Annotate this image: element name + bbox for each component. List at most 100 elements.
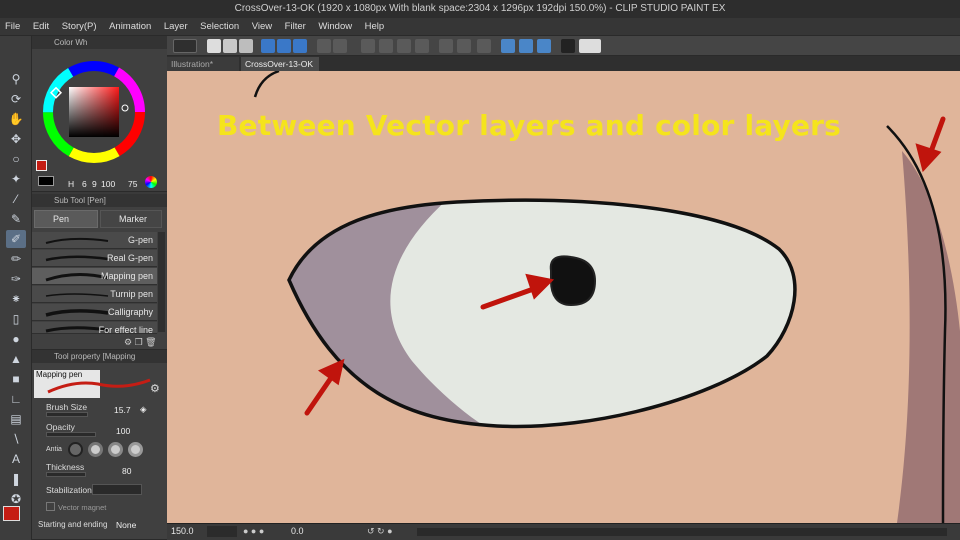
gradient-tool-icon[interactable]: ■ (6, 370, 26, 388)
export-png-icon[interactable] (277, 39, 291, 53)
sub-tool-scrollbar[interactable] (158, 232, 165, 332)
zoom-buttons-icon[interactable]: ● ● ● (243, 526, 264, 536)
rotation-buttons-icon[interactable]: ↺ ↻ ● (367, 526, 393, 537)
menu-file[interactable]: File (0, 18, 25, 36)
zoom-value[interactable]: 150.0 (171, 526, 194, 536)
tool-settings-icon[interactable]: ⚙ (150, 382, 160, 395)
brush-tool-icon[interactable]: ✑ (6, 270, 26, 288)
color-mode-icon[interactable] (145, 176, 157, 188)
menu-window[interactable]: Window (313, 18, 357, 36)
antialias-weak-button[interactable] (88, 442, 103, 457)
zoom-slider[interactable] (207, 526, 237, 537)
rotate-tool-icon[interactable]: ⟳ (6, 90, 26, 108)
eraser-tool-icon[interactable]: ▯ (6, 310, 26, 328)
tab-illustration[interactable]: Illustration* (167, 57, 239, 71)
sub-tool-actions-icon[interactable]: ⚙ ❒ 🗑 (124, 337, 157, 348)
erase-outside-icon[interactable] (415, 39, 429, 53)
learn-icon[interactable] (561, 39, 575, 53)
h-value[interactable]: 6 (82, 179, 87, 189)
horizontal-scrollbar[interactable] (417, 528, 947, 536)
help-icon[interactable] (579, 39, 601, 53)
fill-icon[interactable] (397, 39, 411, 53)
brush-size-slider[interactable] (46, 412, 88, 417)
mapping-pen-tool-icon[interactable]: ✐ (6, 230, 26, 248)
brush-item[interactable]: Calligraphy (32, 304, 157, 321)
panel-sub-color[interactable] (38, 176, 54, 186)
balloon-tool-icon[interactable]: ❚ (6, 470, 26, 488)
hand-tool-icon[interactable]: ✋ (6, 110, 26, 128)
thickness-value[interactable]: 80 (122, 466, 131, 476)
angle-value[interactable]: 0.0 (291, 526, 304, 536)
thickness-slider[interactable] (46, 472, 86, 477)
sub-tool-header: Sub Tool [Pen] (32, 194, 167, 207)
s-value[interactable]: 9 (92, 179, 97, 189)
tab-crossover[interactable]: CrossOver-13-OK × (241, 57, 319, 83)
opacity-value[interactable]: 100 (116, 426, 130, 436)
selection-tool-icon[interactable]: ○ (6, 150, 26, 168)
menu-help[interactable]: Help (360, 18, 390, 36)
brush-size-dynamics-icon[interactable]: ◈ (140, 404, 147, 415)
show-selection-icon[interactable] (477, 39, 491, 53)
canvas-tab-bar: Illustration* CrossOver-13-OK × (167, 56, 960, 83)
menu-filter[interactable]: Filter (280, 18, 311, 36)
pencil-tool-icon[interactable]: ✏ (6, 250, 26, 268)
menu-edit[interactable]: Edit (28, 18, 54, 36)
antialias-strong-button[interactable] (128, 442, 143, 457)
deselect-icon[interactable] (439, 39, 453, 53)
redo-icon[interactable] (333, 39, 347, 53)
sv-marker[interactable] (121, 104, 129, 112)
export-jpg-icon[interactable] (261, 39, 275, 53)
undo-icon[interactable] (317, 39, 331, 53)
frame-tool-icon[interactable]: ▤ (6, 410, 26, 428)
start-end-value[interactable]: None (116, 520, 136, 530)
panel-main-color[interactable] (36, 160, 47, 171)
auto-select-tool-icon[interactable]: ✦ (6, 170, 26, 188)
special-ruler-snap-icon[interactable] (519, 39, 533, 53)
vector-magnet-checkbox[interactable] (46, 502, 55, 511)
brush-item[interactable]: G-pen (32, 232, 157, 249)
canvas[interactable]: Between Vector layers and color layers (167, 71, 960, 523)
brush-size-value[interactable]: 15.7 (114, 405, 131, 415)
grid-snap-icon[interactable] (537, 39, 551, 53)
start-end-label: Starting and ending (38, 520, 108, 529)
menu-animation[interactable]: Animation (104, 18, 156, 36)
v2-value[interactable]: 75 (128, 179, 137, 189)
export-psd-icon[interactable] (293, 39, 307, 53)
open-file-icon[interactable] (223, 39, 237, 53)
transform-icon[interactable] (379, 39, 393, 53)
text-tool-icon[interactable]: A (6, 450, 26, 468)
brush-item[interactable]: For effect line (32, 322, 157, 334)
blend-tool-icon[interactable]: ● (6, 330, 26, 348)
save-icon[interactable] (239, 39, 253, 53)
antialias-medium-button[interactable] (108, 442, 123, 457)
eyedropper-tool-icon[interactable]: ⁄ (6, 190, 26, 208)
tab-marker[interactable]: Marker (100, 210, 162, 228)
brush-item-selected[interactable]: Mapping pen (32, 268, 157, 285)
new-file-icon[interactable] (207, 39, 221, 53)
stabilization-slider[interactable] (92, 484, 142, 495)
tab-marker-label: Marker (119, 214, 148, 224)
pen-tool-icon[interactable]: ✎ (6, 210, 26, 228)
menu-view[interactable]: View (247, 18, 277, 36)
clear-icon[interactable] (361, 39, 375, 53)
brush-item[interactable]: Turnip pen (32, 286, 157, 303)
fill-tool-icon[interactable]: ▲ (6, 350, 26, 368)
brush-item[interactable]: Real G-pen (32, 250, 157, 267)
opacity-slider[interactable] (46, 432, 96, 437)
ruler-snap-icon[interactable] (501, 39, 515, 53)
ruler-tool-icon[interactable]: ∖ (6, 430, 26, 448)
menu-story[interactable]: Story(P) (57, 18, 102, 36)
airbrush-tool-icon[interactable]: ⁕ (6, 290, 26, 308)
menu-layer[interactable]: Layer (159, 18, 193, 36)
antialias-none-button[interactable] (68, 442, 83, 457)
color-wheel[interactable] (32, 50, 167, 190)
menu-selection[interactable]: Selection (195, 18, 244, 36)
zoom-tool-icon[interactable]: ⚲ (6, 70, 26, 88)
move-tool-icon[interactable]: ✥ (6, 130, 26, 148)
main-color-swatch[interactable] (3, 506, 20, 521)
clip-studio-icon[interactable] (173, 39, 197, 53)
v-value[interactable]: 100 (101, 179, 115, 189)
invert-selection-icon[interactable] (457, 39, 471, 53)
tab-pen[interactable]: Pen (34, 210, 98, 228)
figure-tool-icon[interactable]: ∟ (6, 390, 26, 408)
